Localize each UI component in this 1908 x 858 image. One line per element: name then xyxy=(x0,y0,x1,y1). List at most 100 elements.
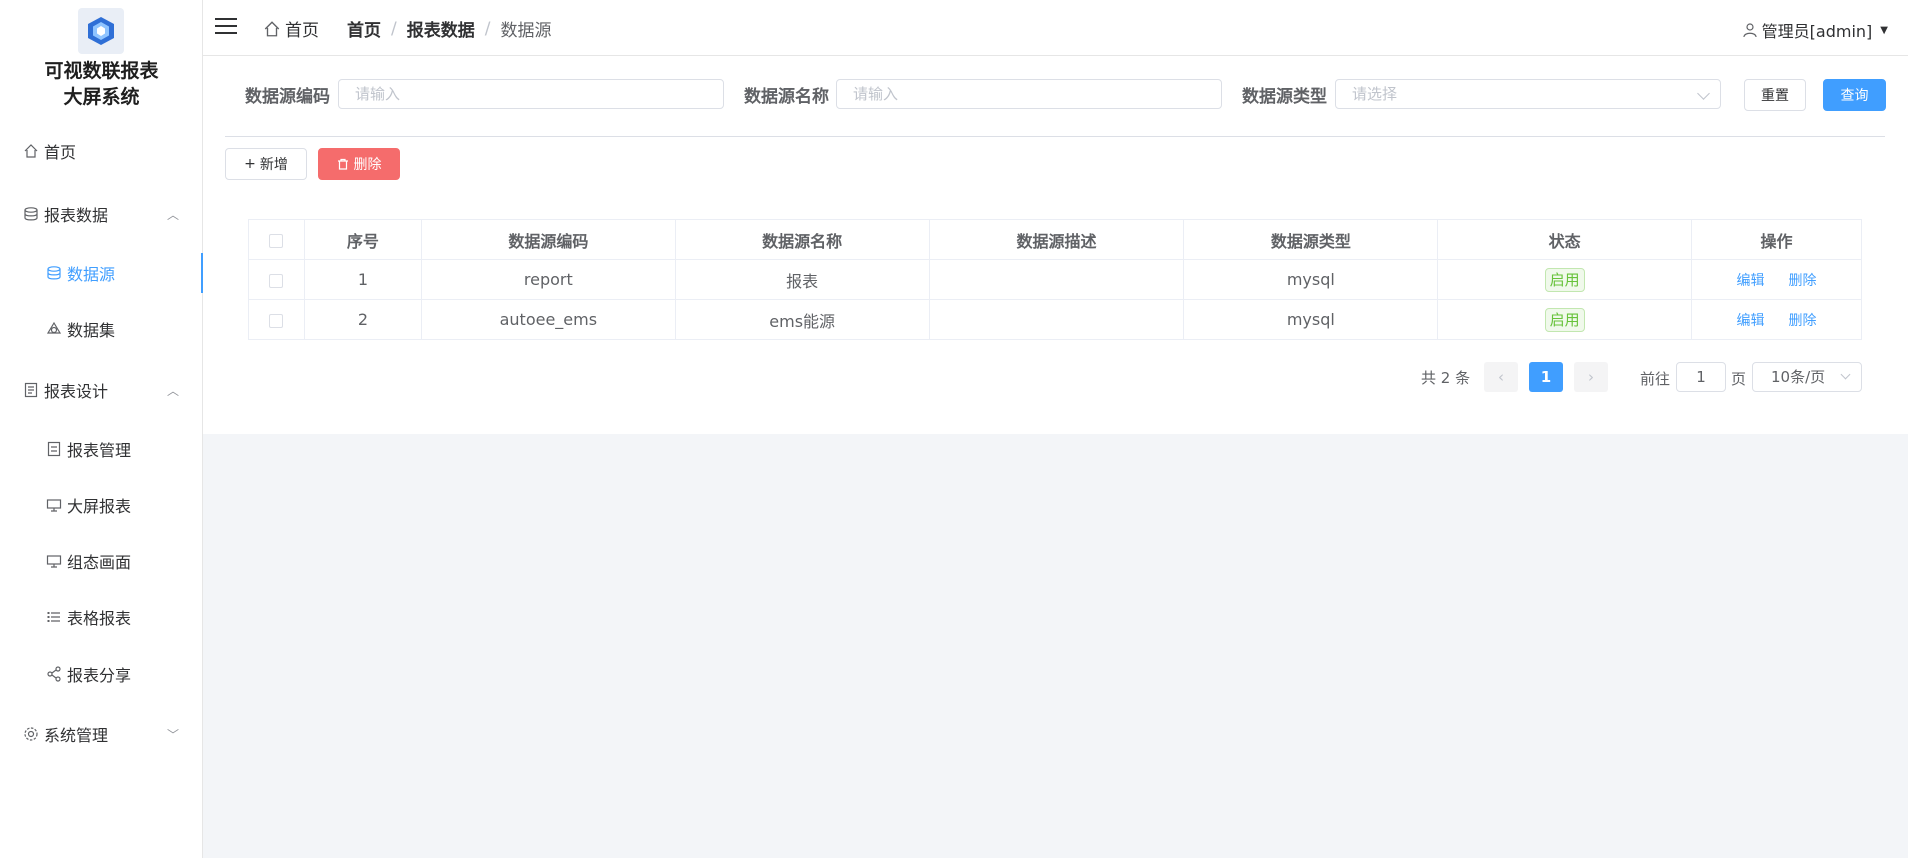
datasource-name-label: 数据源名称 xyxy=(744,87,829,107)
app-title: 可视数联报表 大屏系统 xyxy=(0,58,203,110)
breadcrumb-separator: / xyxy=(484,18,491,39)
datasource-code-label: 数据源编码 xyxy=(245,87,330,107)
add-button[interactable]: + 新增 xyxy=(225,148,307,180)
sidebar: 可视数联报表 大屏系统 首页 报表数据 ︿ 数据源 数据集 报表设计 ︿ 报表管… xyxy=(0,0,203,858)
sidebar-item-label: 数据集 xyxy=(67,321,116,340)
breadcrumb-item[interactable]: 首页 xyxy=(347,16,381,41)
edit-link[interactable]: 编辑 xyxy=(1737,273,1765,289)
sidebar-item-home[interactable]: 首页 xyxy=(0,131,203,171)
caret-down-icon: ▼ xyxy=(1880,24,1888,36)
breadcrumb-current: 数据源 xyxy=(500,21,552,41)
header-home-label: 首页 xyxy=(285,21,319,41)
row-checkbox[interactable] xyxy=(269,273,284,288)
delete-button-label: 删除 xyxy=(353,157,382,173)
sidebar-item-system[interactable]: 系统管理 ﹀ xyxy=(0,714,203,754)
row-type: mysql xyxy=(1183,259,1439,300)
reset-button[interactable]: 重置 xyxy=(1744,79,1806,111)
table-header-row: 序号 数据源编码 数据源名称 数据源描述 数据源类型 状态 操作 xyxy=(248,219,1862,260)
sidebar-item-dataset[interactable]: 数据集 xyxy=(0,309,203,349)
delete-link[interactable]: 删除 xyxy=(1789,273,1817,289)
sidebar-item-label: 报表管理 xyxy=(67,441,132,460)
breadcrumb-separator: / xyxy=(391,18,397,39)
sidebar-item-label: 大屏报表 xyxy=(67,497,132,516)
breadcrumb: 首页 / 报表数据 / 数据源 xyxy=(347,16,552,42)
datasource-name-input[interactable]: 请输入 xyxy=(836,79,1222,109)
select-all-checkbox[interactable] xyxy=(269,233,284,248)
user-icon xyxy=(1742,22,1758,38)
sidebar-item-report-manage[interactable]: 报表管理 xyxy=(0,429,203,469)
column-header: 数据源名称 xyxy=(674,219,930,260)
sidebar-item-label: 报表分享 xyxy=(67,666,132,685)
query-button[interactable]: 查询 xyxy=(1823,79,1886,111)
sidebar-item-table-report[interactable]: 表格报表 xyxy=(0,597,203,637)
monitor-icon xyxy=(45,552,63,570)
datasource-type-label: 数据源类型 xyxy=(1242,87,1327,107)
row-desc xyxy=(928,299,1185,340)
plus-icon: + xyxy=(244,156,256,172)
database-icon xyxy=(22,205,40,223)
divider xyxy=(225,136,1885,137)
row-select-cell xyxy=(248,299,305,340)
delete-button[interactable]: 删除 xyxy=(318,148,400,180)
sidebar-item-share[interactable]: 报表分享 xyxy=(0,654,203,694)
row-checkbox[interactable] xyxy=(269,313,284,328)
app-logo xyxy=(78,8,124,54)
datasource-type-select[interactable]: 请选择 xyxy=(1335,79,1721,109)
monitor-icon xyxy=(45,496,63,514)
row-select-cell xyxy=(248,259,305,300)
sidebar-item-datasource[interactable]: 数据源 xyxy=(0,253,203,293)
placeholder: 请选择 xyxy=(1352,85,1398,103)
placeholder: 请输入 xyxy=(853,85,899,103)
select-all-cell xyxy=(248,219,305,260)
datasource-code-input[interactable]: 请输入 xyxy=(338,79,724,109)
row-number: 1 xyxy=(303,259,422,300)
column-header: 状态 xyxy=(1437,219,1693,260)
hamburger-menu-icon[interactable] xyxy=(215,18,237,36)
column-header: 序号 xyxy=(303,219,422,260)
row-code: autoee_ems xyxy=(420,299,676,340)
sidebar-item-label: 系统管理 xyxy=(44,726,109,745)
user-menu[interactable]: 管理员[admin] ▼ xyxy=(1742,18,1888,42)
sidebar-item-label: 组态画面 xyxy=(67,553,132,572)
chevron-up-icon: ︿ xyxy=(166,207,179,222)
row-number: 2 xyxy=(303,299,422,340)
datasource-table: 序号 数据源编码 数据源名称 数据源描述 数据源类型 状态 操作 1 repor… xyxy=(248,219,1862,340)
sidebar-item-label: 报表数据 xyxy=(44,206,109,225)
home-icon xyxy=(263,20,281,38)
placeholder: 请输入 xyxy=(355,85,401,103)
user-name: 管理员[admin] xyxy=(1761,22,1873,41)
sidebar-item-label: 首页 xyxy=(44,143,77,162)
column-header: 操作 xyxy=(1691,219,1862,260)
column-header: 数据源编码 xyxy=(420,219,676,260)
sidebar-item-scada[interactable]: 组态画面 xyxy=(0,541,203,581)
breadcrumb-item[interactable]: 报表数据 xyxy=(407,16,475,41)
page-size-select[interactable]: 10条/页 xyxy=(1752,362,1862,392)
chevron-up-icon: ︿ xyxy=(166,383,179,398)
row-type: mysql xyxy=(1183,299,1439,340)
status-badge: 启用 xyxy=(1544,267,1585,292)
row-code: report xyxy=(420,259,676,300)
edit-link[interactable]: 编辑 xyxy=(1737,313,1765,329)
page-number-button[interactable]: 1 xyxy=(1529,362,1563,392)
goto-page-input[interactable]: 1 xyxy=(1676,362,1726,392)
row-actions: 编辑 删除 xyxy=(1691,259,1862,300)
header-home-link[interactable]: 首页 xyxy=(263,16,319,41)
add-button-label: 新增 xyxy=(259,157,288,173)
chevron-down-icon xyxy=(1697,87,1710,100)
trash-icon xyxy=(337,158,349,170)
next-page-button[interactable]: › xyxy=(1574,362,1608,392)
table-row: 2 autoee_ems ems能源 mysql 启用 编辑 删除 xyxy=(248,299,1862,340)
share-icon xyxy=(45,665,63,683)
row-actions: 编辑 删除 xyxy=(1691,299,1862,340)
database-icon xyxy=(45,264,63,282)
sidebar-item-bigscreen[interactable]: 大屏报表 xyxy=(0,485,203,525)
delete-link[interactable]: 删除 xyxy=(1789,313,1817,329)
sidebar-item-report-data[interactable]: 报表数据 ︿ xyxy=(0,194,203,234)
sidebar-item-report-design[interactable]: 报表设计 ︿ xyxy=(0,370,203,410)
prev-page-button[interactable]: ‹ xyxy=(1484,362,1518,392)
sidebar-item-label: 数据源 xyxy=(67,265,116,284)
column-header: 数据源类型 xyxy=(1183,219,1439,260)
table-row: 1 report 报表 mysql 启用 编辑 删除 xyxy=(248,259,1862,300)
gear-icon xyxy=(22,725,40,743)
row-status-cell: 启用 xyxy=(1437,259,1693,300)
